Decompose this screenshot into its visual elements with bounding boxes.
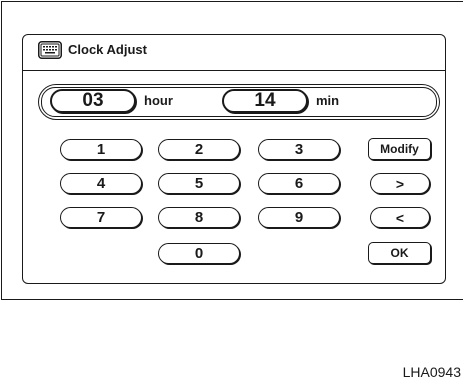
back-button[interactable]: < [370, 207, 430, 228]
window-title: Clock Adjust [68, 42, 147, 57]
key-7-button[interactable]: 7 [60, 207, 142, 228]
clock-adjust-panel: Clock Adjust 03 hour 14 min 1 2 3 Modify… [22, 34, 446, 284]
key-6-button[interactable]: 6 [258, 173, 340, 194]
minute-label: min [316, 93, 340, 108]
ok-button[interactable]: OK [368, 242, 431, 264]
title-divider [23, 70, 445, 71]
figure-code: LHA0943 [402, 364, 461, 380]
key-5-button[interactable]: 5 [158, 173, 240, 194]
key-2-button[interactable]: 2 [158, 139, 240, 160]
key-8-button[interactable]: 8 [158, 207, 240, 228]
key-4-button[interactable]: 4 [60, 173, 142, 194]
key-3-button[interactable]: 3 [258, 139, 340, 160]
minute-field[interactable]: 14 [222, 89, 308, 113]
keyboard-icon [38, 41, 62, 59]
hour-field[interactable]: 03 [50, 89, 136, 113]
modify-button[interactable]: Modify [368, 138, 431, 160]
key-1-button[interactable]: 1 [60, 139, 142, 160]
hour-label: hour [144, 93, 173, 108]
key-9-button[interactable]: 9 [258, 207, 340, 228]
key-0-button[interactable]: 0 [158, 243, 240, 264]
forward-button[interactable]: > [370, 173, 430, 194]
time-display: 03 hour 14 min [38, 84, 440, 120]
